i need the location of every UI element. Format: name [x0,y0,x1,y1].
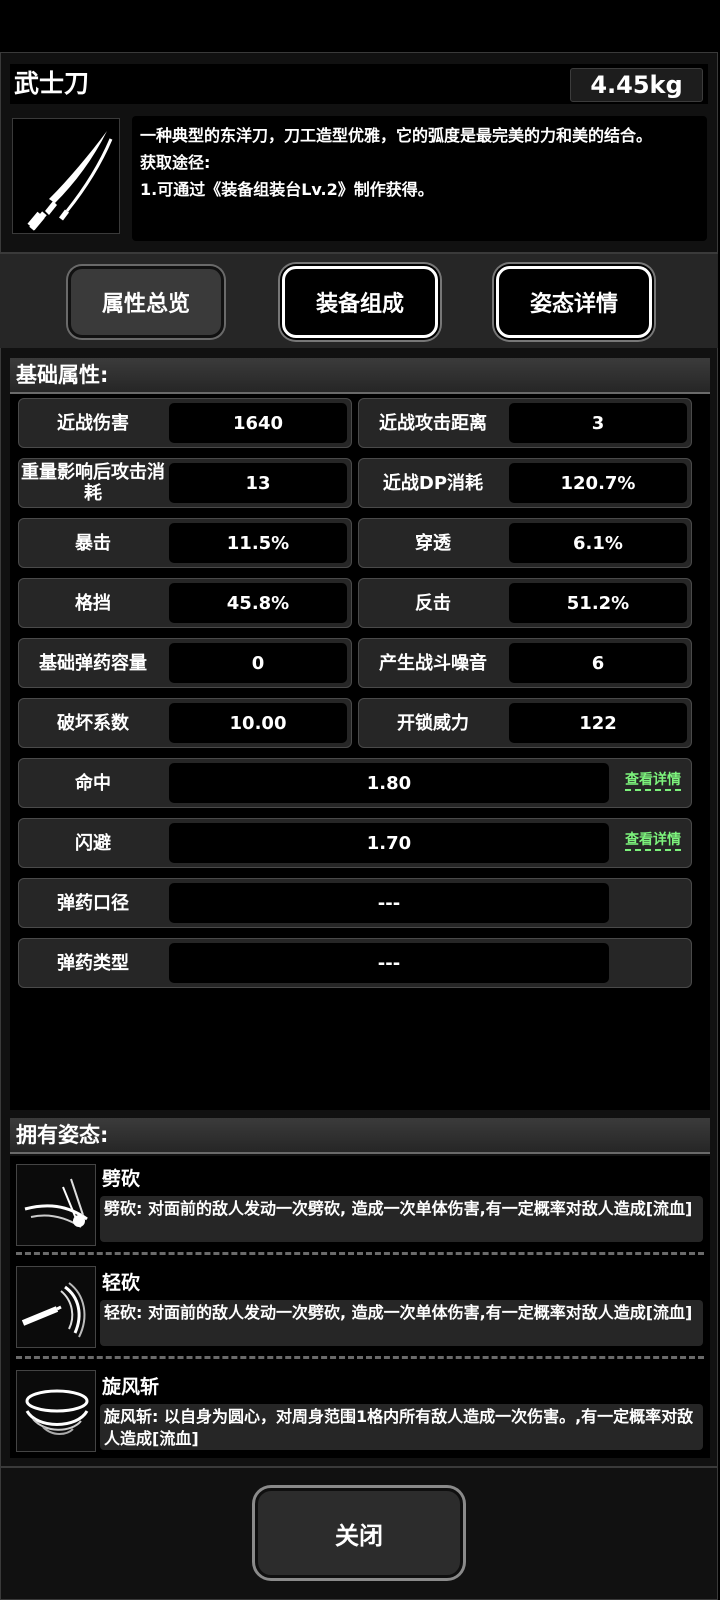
attribute-label: 破坏系数 [57,712,129,734]
close-button[interactable]: 关闭 [255,1488,463,1578]
base-attributes-heading: 基础属性: [10,358,710,394]
attribute-label: 弹药类型 [57,952,129,974]
attribute-value: 120.7% [509,463,687,503]
dashed-divider [16,1252,704,1255]
attribute-value: 3 [509,403,687,443]
stance-name: 轻砍 [102,1272,141,1294]
item-name: 武士刀 [14,69,90,98]
stance-description: 轻砍: 对面前的敌人发动一次劈砍, 造成一次单体伤害,有一定概率对敌人造成[流血… [100,1300,703,1346]
attribute-row: 闪避 1.70 查看详情 [18,818,692,868]
stance-name: 劈砍 [102,1168,141,1190]
attribute-cell: 近战伤害 1640 [18,398,352,448]
stances-heading: 拥有姿态: [10,1118,710,1154]
attribute-label: 闪避 [75,832,111,854]
attribute-value: --- [169,883,609,923]
attribute-label: 弹药口径 [57,892,129,914]
attribute-cell: 近战攻击距离 3 [358,398,692,448]
attribute-cell: 破坏系数 10.00 [18,698,352,748]
attribute-label: 近战伤害 [57,412,129,434]
dashed-divider [16,1356,704,1359]
attribute-cell: 基础弹药容量 0 [18,638,352,688]
attribute-label: 暴击 [75,532,111,554]
attribute-value: 51.2% [509,583,687,623]
attribute-value: 1.70 [169,823,609,863]
attribute-value: 6 [509,643,687,683]
attribute-cell: 穿透 6.1% [358,518,692,568]
attribute-value: 10.00 [169,703,347,743]
view-details-link[interactable]: 查看详情 [625,771,681,791]
attribute-cell: 格挡 45.8% [18,578,352,628]
katana-icon [12,118,120,234]
tab-equipment-composition[interactable]: 装备组成 [282,266,438,338]
attribute-label: 命中 [75,772,111,794]
item-weight: 4.45kg [570,68,703,102]
base-attributes-panel: 近战伤害 1640 近战攻击距离 3 重量影响后攻击消耗 13 近战DP消耗 120.7% 暴击… [10,394,710,1110]
whirlwind-icon [16,1370,96,1452]
attribute-cell: 反击 51.2% [358,578,692,628]
attribute-label: 反击 [415,592,451,614]
attribute-row: 弹药口径 --- [18,878,692,928]
attribute-value: 1640 [169,403,347,443]
light-slash-icon [16,1266,96,1348]
attribute-row: 弹药类型 --- [18,938,692,988]
attribute-cell: 近战DP消耗 120.7% [358,458,692,508]
attribute-value: 6.1% [509,523,687,563]
attribute-label: 近战DP消耗 [382,472,484,494]
attribute-label: 近战攻击距离 [379,412,487,434]
attribute-label: 开锁威力 [397,712,469,734]
view-details-link[interactable]: 查看详情 [625,831,681,851]
attribute-label: 基础弹药容量 [39,652,147,674]
attribute-value: 1.80 [169,763,609,803]
tab-attributes-overview[interactable]: 属性总览 [68,266,224,338]
attribute-value: 13 [169,463,347,503]
attribute-label: 穿透 [415,532,451,554]
stance-description: 劈砍: 对面前的敌人发动一次劈砍, 造成一次单体伤害,有一定概率对敌人造成[流血… [100,1196,703,1242]
stance-description: 旋风斩: 以自身为圆心，对周身范围1格内所有敌人造成一次伤害。,有一定概率对敌人… [100,1404,703,1450]
attribute-cell: 暴击 11.5% [18,518,352,568]
attribute-value: 0 [169,643,347,683]
attribute-value: --- [169,943,609,983]
attribute-label: 产生战斗噪音 [379,652,487,674]
item-description: 一种典型的东洋刀，刀工造型优雅，它的弧度是最完美的力和美的结合。 获取途径: 1… [132,116,707,241]
attribute-value: 122 [509,703,687,743]
attribute-value: 11.5% [169,523,347,563]
attribute-cell: 开锁威力 122 [358,698,692,748]
attribute-cell: 重量影响后攻击消耗 13 [18,458,352,508]
stance-name: 旋风斩 [102,1376,160,1398]
tab-stance-details[interactable]: 姿态详情 [496,266,652,338]
divider [0,1466,718,1468]
attribute-cell: 产生战斗噪音 6 [358,638,692,688]
attribute-row: 命中 1.80 查看详情 [18,758,692,808]
attribute-label: 重量影响后攻击消耗 [21,462,165,504]
attribute-value: 45.8% [169,583,347,623]
attribute-label: 格挡 [75,592,111,614]
slash-icon [16,1164,96,1246]
